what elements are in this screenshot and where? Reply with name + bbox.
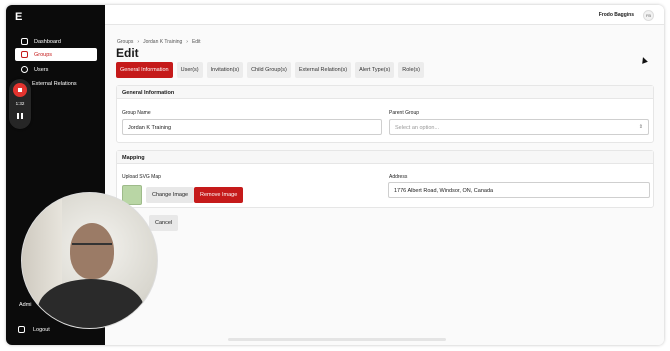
sidebar-item-groups[interactable]: Groups (15, 48, 97, 61)
app-logo: E (15, 11, 23, 23)
parent-group-placeholder: Select an option... (395, 125, 440, 131)
page-title: Edit (116, 46, 139, 60)
parent-group-select[interactable]: Select an option... ⇕ (389, 119, 649, 135)
sidebar-item-dashboard[interactable]: Dashboard (15, 35, 97, 48)
group-name-input[interactable]: Jordan K Training (122, 119, 382, 135)
cancel-button[interactable]: Cancel (149, 215, 179, 231)
tab-users[interactable]: User(s) (176, 62, 203, 78)
recording-time: 1:32 (15, 101, 25, 106)
sidebar-item-label: External Relations (32, 80, 77, 87)
chevron-updown-icon: ⇕ (638, 124, 643, 130)
upload-svg-label: Upload SVG Map (122, 174, 161, 180)
general-information-card: General Information Group Name Jordan K … (116, 85, 654, 143)
tab-child-groups[interactable]: Child Group(s) (247, 62, 291, 78)
tab-invitations[interactable]: Invitation(s) (206, 62, 244, 78)
avatar[interactable]: FB (643, 10, 654, 21)
breadcrumb-current: Edit (191, 39, 201, 45)
address-input[interactable]: 1776 Albert Road, Windsor, ON, Canada (388, 182, 650, 198)
sidebar-item-label: Users (34, 66, 49, 73)
chevron-right-icon: › (186, 39, 188, 45)
change-image-button[interactable]: Change Image (146, 187, 195, 203)
breadcrumb-group[interactable]: Jordan K Training (143, 39, 182, 45)
breadcrumb: Groups › Jordan K Training › Edit (117, 39, 201, 45)
tab-roles[interactable]: Role(s) (398, 62, 424, 78)
section-heading: General Information (117, 86, 653, 99)
address-label: Address (389, 174, 408, 180)
horizontal-scrollbar[interactable] (228, 338, 446, 341)
sidebar-item-external-relations[interactable]: External Relations (26, 77, 108, 90)
screen-recorder-widget: 1:32 (9, 79, 31, 129)
mapping-card: Mapping Upload SVG Map Change Image Remo… (116, 150, 654, 208)
group-name-label: Group Name (122, 110, 151, 116)
tab-bar: General Information User(s) Invitation(s… (116, 62, 424, 78)
home-icon (21, 38, 28, 45)
user-name: Frodo Baggins (598, 12, 634, 18)
person-head (70, 223, 114, 279)
person-body (38, 279, 144, 328)
app-window: E Dashboard Groups Users External Relati… (6, 5, 664, 345)
sidebar-item-users[interactable]: Users (15, 63, 97, 76)
sidebar-item-label: Dashboard (34, 38, 61, 45)
chevron-right-icon: › (137, 39, 140, 45)
tab-general-information[interactable]: General Information (116, 62, 173, 78)
breadcrumb-groups[interactable]: Groups (117, 39, 133, 45)
remove-image-button[interactable]: Remove Image (194, 187, 244, 203)
sidebar-item-label: Groups (34, 51, 53, 58)
top-bar: Frodo Baggins FB (105, 5, 664, 25)
webcam-overlay (21, 192, 158, 329)
tab-alert-types[interactable]: Alert Type(s) (355, 62, 395, 78)
parent-group-label: Parent Group (389, 110, 420, 116)
tab-external-relations[interactable]: External Relation(s) (294, 62, 352, 78)
main-content: Frodo Baggins FB Groups › Jordan K Train… (105, 5, 664, 345)
section-heading: Mapping (117, 151, 653, 164)
users-icon (21, 66, 28, 73)
stop-recording-icon[interactable] (13, 83, 27, 97)
pause-icon[interactable] (17, 113, 23, 119)
glasses-icon (72, 243, 112, 251)
calendar-icon (21, 51, 28, 58)
